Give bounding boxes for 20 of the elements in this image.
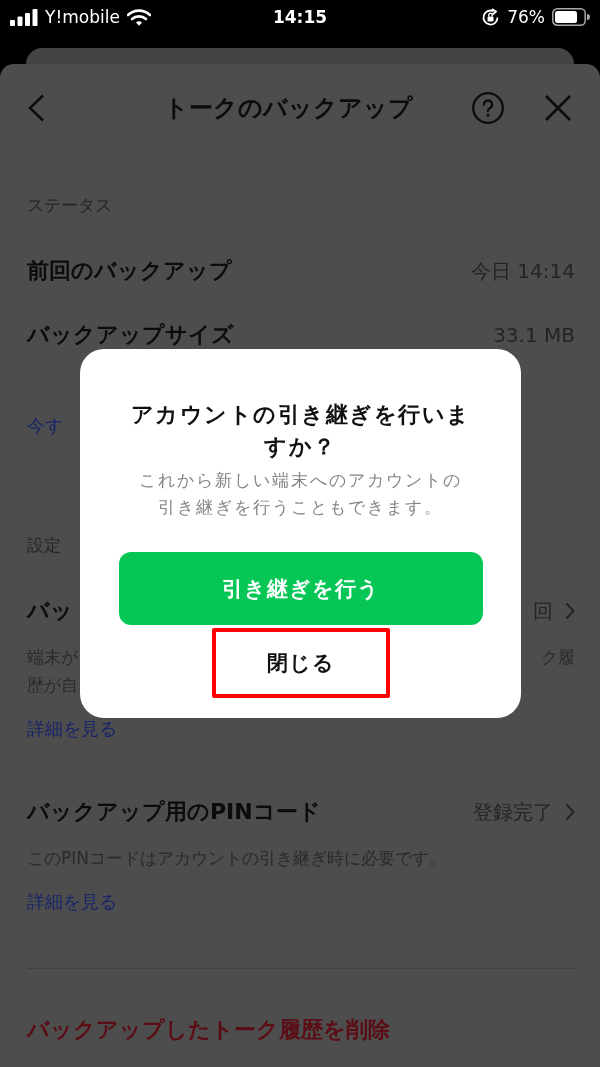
close-icon[interactable] <box>544 94 572 122</box>
orientation-lock-icon <box>481 7 501 27</box>
help-icon[interactable] <box>472 92 504 124</box>
close-button[interactable]: 閉じる <box>211 628 390 698</box>
setting-title: 前回のバックアップ <box>27 257 232 285</box>
battery-icon <box>552 8 590 26</box>
dialog-title: アカウントの引き継ぎを行いますか？ <box>129 401 472 461</box>
setting-title: バックアップサイズ <box>27 321 234 349</box>
back-icon[interactable] <box>27 94 45 122</box>
dialog-message: これから新しい端末へのアカウントの引き継ぎを行うこともできます。 <box>138 469 463 519</box>
status-time: 14:15 <box>272 7 328 27</box>
battery-percentage: 76% <box>507 7 545 27</box>
delete-link[interactable]: バックアップしたトーク履歴を削除 <box>27 1015 390 1045</box>
carrier-name: Y!mobile <box>45 7 120 27</box>
wifi-icon <box>126 8 151 26</box>
primary-button[interactable]: 引き継ぎを行う <box>118 552 483 625</box>
page-title: トークのバックアップ <box>163 93 414 123</box>
signal-icon <box>10 8 38 26</box>
setting-title: バッ <box>27 597 73 625</box>
setting-title: バックアップ用のPINコード <box>27 798 321 826</box>
